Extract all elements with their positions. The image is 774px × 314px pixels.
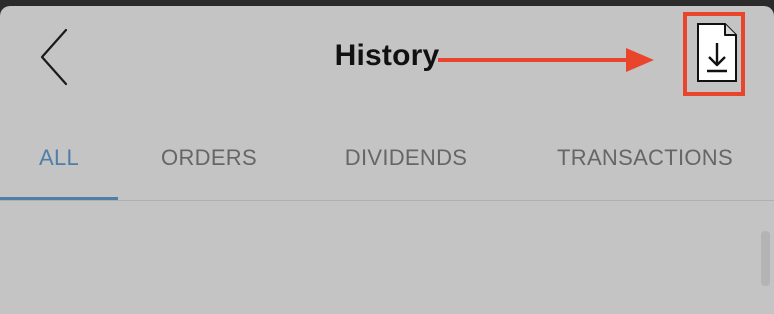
scrollbar[interactable] [761, 231, 770, 286]
history-screen: History ALL ORDERS DIVIDENDS TRANSACTION… [0, 6, 774, 314]
page-title-text: History [334, 39, 440, 72]
history-list [0, 201, 774, 314]
header: History [0, 6, 774, 111]
download-statement-button[interactable] [695, 21, 739, 84]
tab-all[interactable]: ALL [0, 116, 118, 200]
tab-orders[interactable]: ORDERS [148, 116, 270, 200]
annotation-arrow-icon [438, 48, 654, 72]
tab-transactions[interactable]: TRANSACTIONS [540, 116, 750, 200]
tab-dividends[interactable]: DIVIDENDS [326, 116, 486, 200]
file-download-icon [697, 23, 737, 82]
history-tabs: ALL ORDERS DIVIDENDS TRANSACTIONS [0, 116, 774, 201]
active-tab-indicator [0, 197, 118, 200]
